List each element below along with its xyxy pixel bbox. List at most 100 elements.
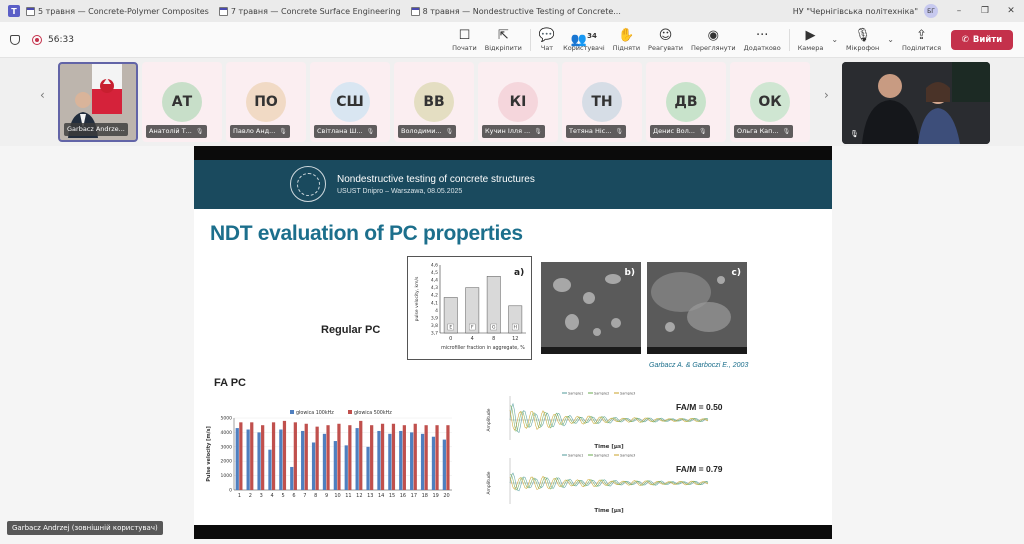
- y-tick-label: 3,8: [431, 323, 438, 329]
- x-tick-label: 4: [271, 493, 274, 499]
- meeting-timer: 56:33: [48, 34, 74, 45]
- bar-100khz: [410, 432, 414, 490]
- participant-tile[interactable]: ОК Ольга Кап... 🎙: [730, 62, 810, 142]
- bar-label: E: [449, 325, 452, 331]
- y-tick-label: 5000: [221, 416, 233, 422]
- bar-100khz: [311, 442, 316, 490]
- gallery-next-arrow-icon[interactable]: ›: [824, 88, 829, 102]
- sem-particle: [593, 328, 601, 336]
- x-tick-label: 17: [411, 493, 417, 499]
- y-tick-label: 2000: [221, 459, 233, 465]
- sem-scale-bar: [541, 347, 641, 354]
- participant-tile[interactable]: ДВ Денис Вол... 🎙: [646, 62, 726, 142]
- y-tick-label: 4,3: [431, 285, 438, 291]
- legend-entry: Sample2: [594, 392, 609, 396]
- bar-100khz: [333, 441, 337, 490]
- share-button[interactable]: ⇪ Поділитися: [898, 22, 945, 58]
- mic-off-icon: 🎙: [279, 128, 287, 135]
- meeting-tab-1[interactable]: 5 травня — Concrete-Polymer Composites: [26, 6, 209, 16]
- hand-icon: ✋: [618, 27, 635, 43]
- chat-button[interactable]: 💬 Чат: [535, 22, 559, 58]
- people-button[interactable]: 👥34 Користувачі: [559, 22, 609, 58]
- leave-button[interactable]: ✆ Вийти: [951, 29, 1013, 50]
- meeting-tab-2[interactable]: 7 травня — Concrete Surface Engineering: [218, 6, 401, 16]
- participant-avatar: КІ: [498, 82, 538, 122]
- x-tick-label: 8: [314, 493, 317, 499]
- camera-button[interactable]: ▶ Камера: [794, 22, 828, 58]
- bar-500khz: [337, 423, 341, 490]
- pulse-velocity-bar-chart: 3,7 3,8 3,9 4 4,1 4,2 4,3 4,4 4,5 4,6 E 0 F 4 G 8 H 12 mic…: [407, 256, 532, 360]
- phone-icon: ✆: [961, 34, 969, 45]
- start-icon: ☐: [458, 27, 471, 43]
- x-tick-label: 13: [367, 493, 373, 499]
- legend-swatch: [290, 410, 294, 414]
- participant-tile[interactable]: ПО Павло Анд... 🎙: [226, 62, 306, 142]
- raise-hand-button[interactable]: ✋ Підняти: [609, 22, 644, 58]
- legend-entry: Sample1: [568, 392, 583, 396]
- unpin-button[interactable]: ⇱ Відкріпити: [481, 22, 526, 58]
- participant-tile[interactable]: ТН Тетяна Ніс... 🎙: [562, 62, 642, 142]
- waveform-chart-1: Sample1 Sample2 Sample3 Time [µs] Amplitude: [482, 390, 742, 450]
- y-axis-title: Pulse velocity [m/s]: [206, 426, 212, 482]
- bar-500khz: [380, 423, 385, 490]
- gallery-prev-arrow-icon[interactable]: ‹: [40, 88, 45, 102]
- participant-tile[interactable]: СШ Світлана Ш... 🎙: [310, 62, 390, 142]
- regular-pc-label: Regular PC: [321, 324, 381, 336]
- participant-name-label: Павло Анд... 🎙: [230, 125, 290, 138]
- participant-gallery: ‹ Garbacz Andrze... АТ Анатолій Т... 🎙 ПО П…: [0, 58, 1024, 146]
- bar-100khz: [268, 449, 272, 490]
- bar-100khz: [301, 430, 305, 490]
- participant-name-label: Тетяна Ніс... 🎙: [566, 125, 627, 138]
- sem-particle: [611, 318, 621, 328]
- unpin-icon: ⇱: [497, 27, 509, 43]
- x-axis-title: Time [µs]: [594, 444, 624, 450]
- bar-100khz: [388, 433, 392, 490]
- bar-500khz: [239, 422, 243, 490]
- user-avatar[interactable]: БГ: [924, 4, 938, 18]
- bar-500khz: [359, 420, 363, 490]
- participant-tile[interactable]: АТ Анатолій Т... 🎙: [142, 62, 222, 142]
- presenter-caption: Garbacz Andrzej (зовнішній користувач): [7, 521, 163, 535]
- close-button[interactable]: ✕: [998, 6, 1024, 16]
- participant-tile-speaker[interactable]: Garbacz Andrze...: [58, 62, 138, 142]
- y-tick-label: 1000: [221, 473, 233, 479]
- y-tick-label: 4,4: [431, 278, 438, 284]
- legend-entry: Sample1: [568, 454, 583, 458]
- slide-heading: NDT evaluation of PC properties: [210, 222, 523, 245]
- bar-500khz: [304, 423, 308, 490]
- participant-tile[interactable]: ВВ Володими... 🎙: [394, 62, 474, 142]
- legend-entry: Sample3: [620, 392, 635, 396]
- participant-name-label: Кучин Ілля ... 🎙: [482, 125, 545, 138]
- bar-500khz: [413, 423, 417, 490]
- participant-avatar: ОК: [750, 82, 790, 122]
- x-tick-label: 8: [492, 336, 495, 342]
- react-button[interactable]: ☺ Реагувати: [644, 22, 687, 58]
- shield-icon[interactable]: [10, 34, 20, 45]
- sem-particle: [553, 278, 571, 292]
- y-tick-label: 4,6: [431, 263, 438, 269]
- camera-options-chevron-icon[interactable]: ⌄: [831, 35, 838, 44]
- self-camera-view[interactable]: 🎙: [842, 62, 990, 144]
- view-button[interactable]: ◉ Переглянути: [687, 22, 740, 58]
- start-button[interactable]: ☐ Почати: [448, 22, 481, 58]
- minimize-button[interactable]: –: [946, 6, 972, 16]
- participant-tile[interactable]: КІ Кучин Ілля ... 🎙: [478, 62, 558, 142]
- organization-name[interactable]: НУ "Чернігівська політехніка": [793, 7, 918, 16]
- fa-pc-label: FA PC: [214, 377, 246, 389]
- people-count: 34: [587, 31, 597, 40]
- meeting-tab-3[interactable]: 8 травня — Nondestructive Testing of Con…: [410, 6, 621, 16]
- title-bar: T 5 травня — Concrete-Polymer Composites…: [0, 0, 1024, 22]
- mic-off-icon: 🎙: [534, 128, 542, 135]
- bar-500khz: [271, 422, 276, 490]
- microphone-options-chevron-icon[interactable]: ⌄: [887, 35, 894, 44]
- x-tick-label: 19: [432, 493, 438, 499]
- participant-name-label: Денис Вол... 🎙: [650, 125, 710, 138]
- more-button[interactable]: ··· Додатково: [740, 22, 785, 58]
- sem-label-c: c): [731, 268, 741, 278]
- share-icon: ⇪: [916, 27, 927, 43]
- participant-name-label: Garbacz Andrze...: [64, 123, 128, 136]
- restore-button[interactable]: ❐: [972, 6, 998, 16]
- calendar-icon: [410, 6, 420, 16]
- legend-entry: Sample3: [620, 454, 635, 458]
- microphone-button[interactable]: 🎙 Мікрофон: [842, 22, 883, 58]
